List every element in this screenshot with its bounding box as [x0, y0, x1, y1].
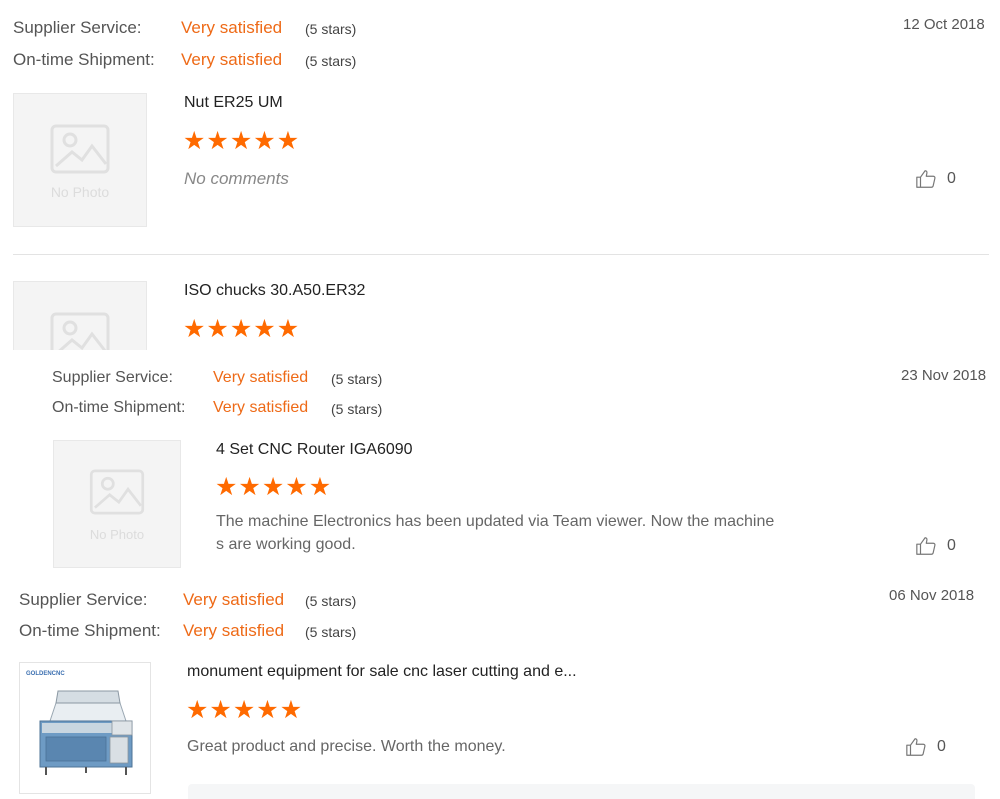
review-comment-line: The machine Electronics has been updated…: [216, 513, 775, 530]
supplier-service-label: Supplier Service:: [19, 590, 148, 609]
star-icon: ★: [276, 315, 301, 343]
no-photo-text: No Photo: [50, 184, 110, 200]
like-count: 0: [947, 537, 956, 554]
ontime-shipment-stars-text: (5 stars): [305, 624, 357, 640]
reply-box: [188, 784, 975, 799]
product-title[interactable]: Nut ER25 UM: [184, 94, 283, 112]
review-date: 12 Oct 2018: [903, 16, 985, 33]
ontime-shipment-value: Very satisfied: [183, 621, 285, 640]
star-icon: ★: [206, 315, 230, 343]
like-button[interactable]: 0: [915, 535, 956, 557]
supplier-service-row: Supplier Service: Very satisfied (5 star…: [52, 369, 382, 387]
image-placeholder-icon: [50, 124, 110, 174]
image-placeholder-icon: [89, 469, 145, 515]
product-title[interactable]: monument equipment for sale cnc laser cu…: [187, 663, 577, 681]
star-icon: ★: [276, 127, 301, 155]
thumbs-up-icon: [906, 738, 926, 756]
ontime-shipment-stars-text: (5 stars): [305, 53, 357, 69]
like-button[interactable]: 0: [905, 736, 946, 758]
star-rating: ★★★★★: [215, 475, 332, 500]
thumbs-up-icon: [916, 170, 936, 188]
ontime-shipment-value: Very satisfied: [213, 399, 309, 416]
product-title[interactable]: 4 Set CNC Router IGA6090: [216, 441, 413, 459]
star-icon: ★: [279, 696, 304, 724]
star-rating: ★★★★★: [186, 698, 303, 723]
divider: [13, 254, 989, 255]
star-icon: ★: [229, 315, 254, 343]
review-comment: Great product and precise. Worth the mon…: [187, 738, 506, 755]
ontime-shipment-stars-text: (5 stars): [331, 401, 383, 417]
star-icon: ★: [232, 696, 257, 724]
product-photo-placeholder[interactable]: No Photo: [13, 93, 147, 227]
star-icon: ★: [308, 473, 333, 501]
star-rating: ★★★★★: [183, 317, 300, 342]
star-icon: ★: [256, 696, 280, 724]
laser-cutter-machine-image: GOLDENCNC: [26, 671, 133, 775]
star-icon: ★: [186, 696, 210, 724]
star-icon: ★: [253, 127, 277, 155]
review-date: 23 Nov 2018: [901, 367, 987, 384]
star-icon: ★: [209, 696, 233, 724]
ontime-shipment-label: On-time Shipment:: [52, 399, 186, 416]
supplier-service-value: Very satisfied: [181, 18, 283, 37]
thumbs-up-icon: [916, 537, 936, 555]
star-icon: ★: [261, 473, 286, 501]
star-icon: ★: [206, 127, 230, 155]
ontime-shipment-label: On-time Shipment:: [19, 621, 161, 640]
star-rating: ★★★★★: [183, 129, 300, 154]
no-photo-text: No Photo: [89, 527, 145, 542]
star-icon: ★: [183, 127, 207, 155]
ontime-shipment-row: On-time Shipment: Very satisfied (5 star…: [19, 621, 356, 641]
like-button[interactable]: 0: [915, 168, 956, 190]
ontime-shipment-label: On-time Shipment:: [13, 50, 155, 69]
star-icon: ★: [238, 473, 262, 501]
supplier-service-stars-text: (5 stars): [305, 593, 357, 609]
product-photo[interactable]: GOLDENCNC: [19, 662, 151, 794]
supplier-service-row: Supplier Service: Very satisfied (5 star…: [19, 590, 356, 610]
review-comment: No comments: [184, 169, 289, 188]
machine-logo: GOLDENCNC: [26, 671, 65, 677]
star-icon: ★: [215, 473, 239, 501]
like-count: 0: [937, 738, 946, 755]
product-photo-placeholder[interactable]: No Photo: [53, 440, 181, 568]
supplier-service-stars-text: (5 stars): [305, 21, 357, 37]
like-count: 0: [947, 170, 956, 187]
star-icon: ★: [229, 127, 254, 155]
review-comment-line: s are working good.: [216, 536, 356, 553]
supplier-service-value: Very satisfied: [213, 369, 309, 386]
star-icon: ★: [285, 473, 309, 501]
supplier-service-value: Very satisfied: [183, 590, 285, 609]
review-date: 06 Nov 2018: [889, 587, 975, 604]
supplier-service-label: Supplier Service:: [52, 369, 173, 386]
supplier-service-label: Supplier Service:: [13, 18, 142, 37]
ontime-shipment-value: Very satisfied: [181, 50, 283, 69]
supplier-service-row: Supplier Service: Very satisfied (5 star…: [13, 18, 356, 38]
ontime-shipment-row: On-time Shipment: Very satisfied (5 star…: [52, 399, 382, 417]
review-comment: The machine Electronics has been updated…: [216, 510, 856, 556]
ontime-shipment-row: On-time Shipment: Very satisfied (5 star…: [13, 50, 356, 70]
product-title[interactable]: ISO chucks 30.A50.ER32: [184, 282, 365, 300]
supplier-service-stars-text: (5 stars): [331, 371, 383, 387]
star-icon: ★: [183, 315, 207, 343]
star-icon: ★: [253, 315, 277, 343]
